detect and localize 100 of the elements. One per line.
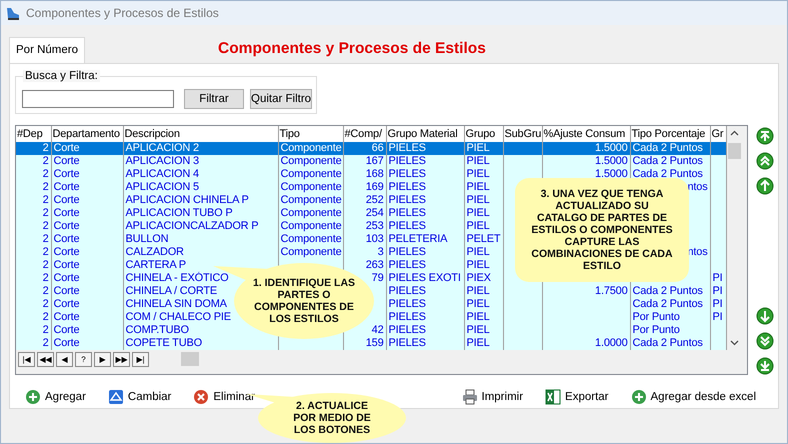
search-field[interactable] [22,90,174,108]
table-cell: Componente [280,207,342,219]
table-cell: 1.5000 [595,155,628,167]
scroll-down-icon[interactable] [730,340,739,346]
spreadsheet-icon [545,389,562,405]
table-cell: BULLON [126,233,168,245]
table-cell: Componente [280,155,342,167]
table-cell: Cada 2 Puntos [632,337,703,349]
navigator-button[interactable]: ? [75,352,92,366]
table-cell: PIEL [466,298,490,310]
table-cell: Componente [280,142,342,154]
filter-button[interactable]: Filtrar [184,89,244,109]
table-cell: APLICACION 5 [126,181,199,193]
table-cell: 2 [42,311,48,323]
table-cell: CHINELA SIN DOMA [126,298,227,310]
table-cell: PIELES [388,142,426,154]
table-cell: Componente [280,220,342,232]
table-cell: PIELES [388,337,426,349]
scroll-up-icon[interactable] [730,130,739,136]
table-cell: PIEL [466,285,490,297]
table-cell: APLICACION CHINELA P [126,194,249,206]
table-cell: 1.7500 [595,285,628,297]
table-cell: 2 [42,259,48,271]
table-cell: 2 [42,324,48,336]
table-cell: 2 [42,181,48,193]
table-cell: Corte [54,285,80,297]
plus-circle-icon [25,389,41,405]
table-cell: PIELES [388,324,426,336]
table-cell: PIEX [466,272,491,284]
table-cell: PIELES [388,207,426,219]
table-cell: 1.0000 [595,337,628,349]
table-cell: 168 [366,168,384,180]
table-cell: Corte [54,311,80,323]
table-cell: 103 [366,233,384,245]
table-cell: PI [712,272,722,284]
table-cell: PIEL [466,311,490,323]
table-cell: Corte [54,181,80,193]
table-cell: PIELES [388,311,426,323]
table-cell: PIEL [466,324,490,336]
table-cell: Corte [54,298,80,310]
table-cell: Corte [54,272,80,284]
table-cell: APLICACION 2 [126,142,199,154]
filter-button[interactable]: Quitar Filtro [250,89,312,109]
navigator-button[interactable]: |◀ [18,352,35,366]
shoe-icon [5,5,21,21]
table-cell: 2 [42,207,48,219]
table-cell: Componente [280,233,342,245]
toolbar-button[interactable]: Imprimir [462,389,524,405]
toolbar-button[interactable]: Agregar [25,389,86,405]
tab[interactable]: Por Número [9,37,85,63]
scroll-thumb[interactable] [181,352,199,366]
table-cell: PIEL [466,168,490,180]
table-cell: APLICACION 4 [126,168,199,180]
table-cell: CALZADOR [126,246,184,258]
table-cell: PI [712,311,722,323]
table-cell: Cada 2 Puntos [632,285,703,297]
table-cell: PIELES [388,194,426,206]
table-cell: Corte [54,155,80,167]
toolbar-button[interactable]: Agregar desde excel [630,389,756,405]
navigator-button[interactable]: ▶| [132,352,149,366]
navigator-button[interactable]: ▶ [94,352,111,366]
table-cell: PIEL [466,220,490,232]
table-cell: PIELES [388,285,426,297]
toolbar-button[interactable]: Cambiar [108,389,172,405]
table-cell: Corte [54,194,80,206]
table-cell: 1.5000 [595,142,628,154]
table-cell: ntos [688,181,708,193]
table-cell: 2 [42,220,48,232]
table-cell: PIELES [388,220,426,232]
navigator-button[interactable]: ◀ [56,352,73,366]
table-cell: PIEL [466,246,490,258]
table-cell: APLICACIONCALZADOR P [126,220,258,232]
navigator-button[interactable]: ◀◀ [37,352,54,366]
table-cell: 2 [42,142,48,154]
table-cell: Corte [54,324,80,336]
window-title: Componentes y Procesos de Estilos [26,6,219,20]
table-cell: Por Punto [632,311,680,323]
table-cell: Corte [54,142,80,154]
table-cell: Corte [54,259,80,271]
table-cell: 253 [366,220,384,232]
table-cell: PIEL [466,194,490,206]
toolbar-button[interactable]: Exportar [545,389,609,405]
table-cell: Por Punto [632,324,680,336]
column-header[interactable]: SubGru [504,128,541,140]
table-cell: PIELES [388,168,426,180]
table-cell: PIEL [466,337,490,349]
table-cell: PIELES [388,246,426,258]
callout-note: 3. UNA VEZ QUE TENGA ACTUALIZADO SU CATALGO DE PARTES DE ESTILOS O COMPONENTES CAPTURE LAS COMBINACIONES DE CADA ESTILO [515,178,689,282]
printer-icon [462,389,478,405]
edit-icon [108,389,124,405]
toolbar-button[interactable]: Eliminar [193,389,255,405]
table-cell: PI [712,285,722,297]
scroll-thumb[interactable] [728,143,741,159]
navigator-button[interactable]: ▶▶ [113,352,130,366]
table-cell: 169 [366,181,384,193]
table-cell: 2 [42,168,48,180]
table-cell: Corte [54,233,80,245]
delete-icon [193,389,210,405]
table-cell: 79 [372,272,384,284]
table-cell: PIEL [466,142,490,154]
